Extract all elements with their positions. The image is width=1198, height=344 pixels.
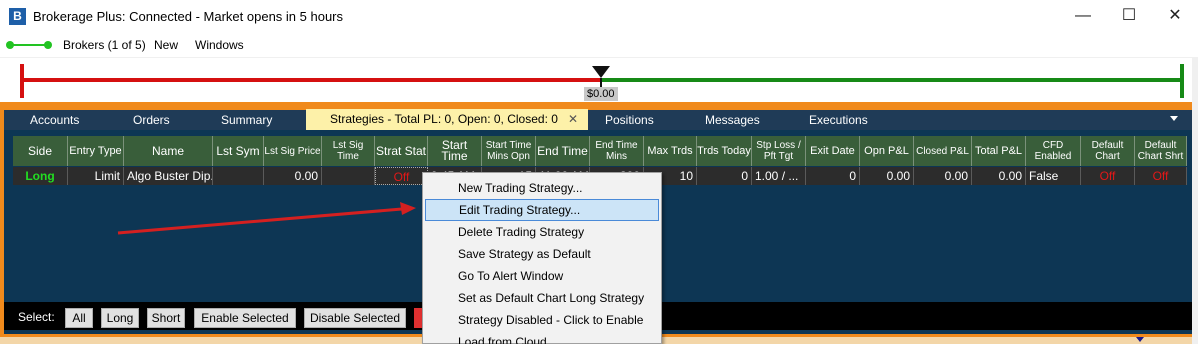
close-button[interactable]: ✕ xyxy=(1152,0,1198,33)
cell-entry-type[interactable]: Limit xyxy=(68,167,124,185)
col-header-end-time-mins[interactable]: End Time Mins xyxy=(590,136,644,166)
tab-positions[interactable]: Positions xyxy=(605,110,654,130)
cell-lst-sig-time[interactable] xyxy=(322,167,375,185)
tab-list-dropdown-icon[interactable] xyxy=(1170,116,1178,121)
col-header-lst-sig-price[interactable]: Lst Sig Price xyxy=(264,136,322,166)
pnl-value-label: $0.00 xyxy=(584,87,618,101)
disable-selected-button[interactable]: Disable Selected xyxy=(304,308,406,328)
select-bar: Select: All Long Short Enable Selected D… xyxy=(4,302,424,330)
col-header-start-time-mins-opn[interactable]: Start Time Mins Opn xyxy=(482,136,536,166)
pnl-left-cap xyxy=(20,64,24,98)
pnl-range-bar: $0.00 xyxy=(0,58,1192,102)
col-header-default-chart-shrt[interactable]: Default Chart Shrt xyxy=(1135,136,1187,166)
select-all-button[interactable]: All xyxy=(65,308,93,328)
col-header-max-trds[interactable]: Max Trds xyxy=(644,136,697,166)
select-label: Select: xyxy=(18,310,55,324)
menu-set-default-chart-long[interactable]: Set as Default Chart Long Strategy xyxy=(425,287,659,309)
col-header-start-time[interactable]: Start Time xyxy=(428,136,482,166)
cell-closed-pl[interactable]: 0.00 xyxy=(914,167,972,185)
pnl-marker-icon xyxy=(592,66,610,78)
select-long-button[interactable]: Long xyxy=(101,308,139,328)
menu-load-from-cloud[interactable]: Load from Cloud xyxy=(425,331,659,344)
col-header-default-chart[interactable]: Default Chart xyxy=(1081,136,1135,166)
minimize-button[interactable]: — xyxy=(1060,0,1106,33)
col-header-cfd-enabled[interactable]: CFD Enabled xyxy=(1026,136,1081,166)
menu-new-trading-strategy[interactable]: New Trading Strategy... xyxy=(425,177,659,199)
tab-summary[interactable]: Summary xyxy=(221,110,272,130)
app-icon: B xyxy=(9,8,26,25)
context-menu: New Trading Strategy... Edit Trading Str… xyxy=(422,172,662,344)
col-header-lst-sig-time[interactable]: Lst Sig Time xyxy=(322,136,375,166)
cell-lst-sig-price[interactable]: 0.00 xyxy=(264,167,322,185)
pnl-gain-segment xyxy=(602,78,1183,82)
close-tab-icon[interactable]: ✕ xyxy=(568,109,578,130)
right-edge xyxy=(1192,58,1198,344)
cell-strat-stat[interactable]: Off xyxy=(375,167,428,185)
connection-toggle-icon[interactable] xyxy=(6,41,52,49)
tab-strip: Accounts Orders Summary Strategies - Tot… xyxy=(4,109,1192,130)
menu-delete-trading-strategy[interactable]: Delete Trading Strategy xyxy=(425,221,659,243)
cell-opn-pl[interactable]: 0.00 xyxy=(860,167,914,185)
menu-edit-trading-strategy[interactable]: Edit Trading Strategy... xyxy=(425,199,659,221)
maximize-button[interactable]: ☐ xyxy=(1106,0,1152,33)
col-header-lst-sym[interactable]: Lst Sym xyxy=(213,136,264,166)
menu-save-strategy-default[interactable]: Save Strategy as Default xyxy=(425,243,659,265)
cell-default-chart[interactable]: Off xyxy=(1081,167,1135,185)
pnl-right-cap xyxy=(1180,64,1184,98)
col-header-trds-today[interactable]: Trds Today xyxy=(697,136,752,166)
tab-messages[interactable]: Messages xyxy=(705,110,760,130)
col-header-side[interactable]: Side xyxy=(13,136,68,166)
cell-default-chart-shrt[interactable]: Off xyxy=(1135,167,1187,185)
col-header-closed-pl[interactable]: Closed P&L xyxy=(914,136,972,166)
cell-side[interactable]: Long xyxy=(13,167,68,185)
select-bar-tail xyxy=(660,302,1192,330)
tab-executions[interactable]: Executions xyxy=(809,110,868,130)
title-bar: B Brokerage Plus: Connected - Market ope… xyxy=(0,0,1198,33)
menu-windows[interactable]: Windows xyxy=(195,38,244,52)
tab-accounts[interactable]: Accounts xyxy=(30,110,79,130)
select-short-button[interactable]: Short xyxy=(147,308,185,328)
menu-brokers[interactable]: Brokers (1 of 5) xyxy=(63,38,146,52)
col-header-stp-loss-pft-tgt[interactable]: Stp Loss / Pft Tgt xyxy=(752,136,806,166)
cell-cfd-enabled[interactable]: False xyxy=(1026,167,1081,185)
tab-orders[interactable]: Orders xyxy=(133,110,170,130)
menu-bar: Brokers (1 of 5) New Windows xyxy=(0,33,1198,57)
menu-strategy-disabled-enable[interactable]: Strategy Disabled - Click to Enable xyxy=(425,309,659,331)
cell-exit-date[interactable]: 0 xyxy=(806,167,860,185)
cell-stp-loss-pft-tgt[interactable]: 1.00 / ... xyxy=(752,167,806,185)
tab-strategies[interactable]: Strategies - Total PL: 0, Open: 0, Close… xyxy=(306,109,588,130)
cell-lst-sym[interactable] xyxy=(213,167,264,185)
cell-name[interactable]: Algo Buster Dip... xyxy=(124,167,213,185)
col-header-total-pl[interactable]: Total P&L xyxy=(972,136,1026,166)
tab-strategies-label: Strategies - Total PL: 0, Open: 0, Close… xyxy=(330,112,558,126)
col-header-name[interactable]: Name xyxy=(124,136,213,166)
col-header-entry-type[interactable]: Entry Type xyxy=(68,136,124,166)
window-title: Brokerage Plus: Connected - Market opens… xyxy=(33,9,344,24)
menu-go-to-alert-window[interactable]: Go To Alert Window xyxy=(425,265,659,287)
col-header-strat-stat[interactable]: Strat Stat xyxy=(375,136,428,166)
col-header-exit-date[interactable]: Exit Date xyxy=(806,136,860,166)
cell-total-pl[interactable]: 0.00 xyxy=(972,167,1026,185)
pnl-loss-segment xyxy=(22,78,602,82)
col-header-end-time[interactable]: End Time xyxy=(536,136,590,166)
enable-selected-button[interactable]: Enable Selected xyxy=(194,308,296,328)
status-indicator-icon xyxy=(1136,337,1144,342)
menu-new[interactable]: New xyxy=(154,38,178,52)
col-header-opn-pl[interactable]: Opn P&L xyxy=(860,136,914,166)
cell-trds-today[interactable]: 0 xyxy=(697,167,752,185)
